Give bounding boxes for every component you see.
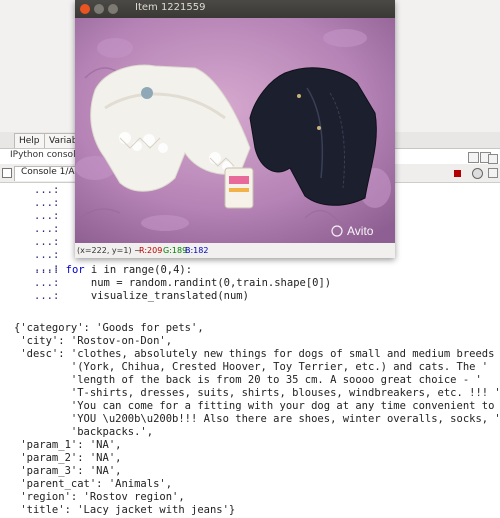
output-line: 'param_3': 'NA',	[14, 465, 122, 477]
close-window-icon[interactable]	[80, 4, 90, 14]
stop-icon[interactable]	[454, 170, 461, 177]
output-line: 'param_1': 'NA',	[14, 439, 122, 451]
code-line: ...: visualize_translated(num)	[34, 290, 249, 302]
code-line: ...: for i in range(0,4):	[34, 264, 193, 276]
output-line: 'title': 'Lacy jacket with jeans'}	[14, 504, 236, 516]
output-line: 'length of the back is from 20 to 35 cm.…	[14, 374, 482, 386]
avito-watermark: Avito	[347, 224, 374, 238]
panel-title: IPython console	[10, 150, 82, 160]
window-title: Item 1221559	[135, 2, 206, 13]
continuation-prompt: ...:	[34, 184, 60, 196]
output-line: 'You can come for a fitting with your do…	[14, 400, 500, 412]
window-titlebar[interactable]: Item 1221559	[75, 0, 395, 18]
continuation-prompt: ...:	[34, 197, 60, 209]
output-line: 'param_2': 'NA',	[14, 452, 122, 464]
browse-tabs-icon[interactable]	[488, 168, 498, 178]
red-value: R:209	[139, 246, 163, 255]
image-viewer-window[interactable]: Item 1221559 Avito (x=222, y=1) ~ R:209 …	[75, 0, 395, 258]
options-icon[interactable]	[488, 154, 498, 164]
green-value: G:189	[163, 246, 188, 255]
console-options-icon[interactable]	[2, 168, 12, 178]
continuation-prompt: ...:	[34, 236, 60, 248]
output-line: '(York, Chihua, Crested Hoover, Toy Terr…	[14, 361, 489, 373]
output-line: {'category': 'Goods for pets',	[14, 322, 204, 334]
minimize-window-icon[interactable]	[94, 4, 104, 14]
product-photo: Avito	[75, 18, 395, 243]
output-line: 'backpacks.',	[14, 426, 154, 438]
undock-icon[interactable]	[468, 152, 479, 163]
output-line: 'T-shirts, dresses, suits, shirts, blous…	[14, 387, 500, 399]
output-line: 'desc': 'clothes, absolutely new things …	[14, 348, 500, 360]
output-line: 'YOU \u200b\u200b!!! Also there are shoe…	[14, 413, 500, 425]
pixel-status-bar: (x=222, y=1) ~ R:209 G:189 B:182	[75, 243, 395, 258]
gear-icon[interactable]	[472, 168, 483, 179]
continuation-prompt: ...:	[34, 210, 60, 222]
product-photo-illustration: Avito	[75, 18, 395, 243]
continuation-prompt: ...:	[34, 249, 60, 261]
cursor-coords: (x=222, y=1) ~	[77, 246, 141, 255]
blue-value: B:182	[185, 246, 209, 255]
tab-console-1a[interactable]: Console 1/A	[14, 166, 82, 181]
panel-toolbar	[400, 150, 500, 164]
maximize-window-icon[interactable]	[108, 4, 118, 14]
output-line: 'region': 'Rostov region',	[14, 491, 185, 503]
output-line: 'city': 'Rostov-on-Don',	[14, 335, 173, 347]
continuation-prompt: ...:	[34, 223, 60, 235]
output-line: 'parent_cat': 'Animals',	[14, 478, 173, 490]
code-line: ...: num = random.randint(0,train.shape[…	[34, 277, 332, 289]
tab-help[interactable]: Help	[14, 133, 45, 148]
